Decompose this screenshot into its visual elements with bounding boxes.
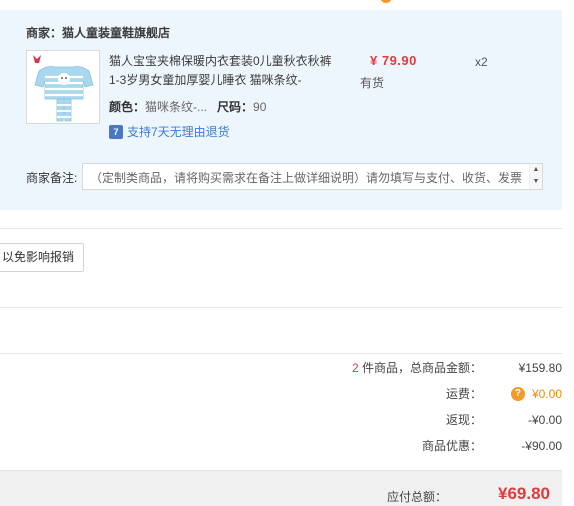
divider: [0, 353, 562, 354]
goods-amount-label: 件商品，总商品金额：: [358, 361, 482, 375]
total-amount: ¥69.80: [498, 484, 550, 503]
return-policy-text: 支持7天无理由退货: [127, 125, 230, 139]
stock-status: 有货: [360, 76, 385, 90]
product-attributes: 颜色：猫咪条纹-... 尺码：90: [109, 98, 266, 115]
remark-label: 商家备注:: [26, 171, 78, 185]
color-value: 猫咪条纹-...: [145, 100, 208, 114]
freight-label: 运费：: [445, 387, 482, 401]
freight-value: ¥0.00: [531, 386, 562, 401]
seven-day-return-icon: 7: [109, 124, 123, 139]
scroll-up-arrow-icon[interactable]: ▲: [530, 164, 542, 176]
discount-value: -¥90.00: [521, 438, 562, 453]
goods-amount-row: 2 件商品，总商品金额： ¥159.80: [352, 359, 562, 376]
order-item-panel: 商家：猫人童装童鞋旗舰店 猫人宝宝夹棉保暖内衣套装0儿童秋衣秋裤1-3岁男女童加…: [0, 10, 562, 210]
remark-scrollbar[interactable]: ▲ ▼: [529, 164, 542, 189]
goods-amount-value: ¥159.80: [518, 360, 562, 375]
color-label: 颜色：: [109, 100, 146, 114]
total-payable-bar: 应付总额： ¥69.80: [0, 470, 562, 506]
shop-label: 商家：: [26, 26, 63, 40]
cashback-row: 返现： -¥0.00: [446, 411, 562, 428]
size-value: 90: [253, 100, 267, 114]
product-price: ¥ 79.90: [370, 53, 417, 68]
product-title[interactable]: 猫人宝宝夹棉保暖内衣套装0儿童秋衣秋裤1-3岁男女童加厚婴儿睡衣 猫咪条纹-: [109, 52, 334, 90]
remark-textarea[interactable]: （定制类商品，请将购买需求在备注上做详细说明）请勿填写与支付、收货、发票 ▲ ▼: [82, 163, 543, 190]
remark-placeholder: （定制类商品，请将购买需求在备注上做详细说明）请勿填写与支付、收货、发票: [90, 171, 523, 185]
invoice-note-button[interactable]: 以免影响报销: [0, 243, 84, 272]
discount-label: 商品优惠：: [421, 439, 482, 453]
product-thumbnail[interactable]: [26, 50, 100, 124]
pajama-set-image: [27, 51, 99, 123]
cashback-value: -¥0.00: [527, 412, 562, 427]
shop-line: 商家：猫人童装童鞋旗舰店: [26, 24, 170, 41]
size-label: 尺码：: [217, 100, 254, 114]
item-count: 2: [351, 361, 359, 375]
scroll-down-arrow-icon[interactable]: ▼: [530, 176, 542, 188]
question-circle-icon[interactable]: ?: [510, 386, 525, 401]
return-policy-link[interactable]: 7 支持7天无理由退货: [109, 123, 230, 140]
decorative-orange-marker: [380, 0, 392, 3]
divider: [0, 228, 562, 229]
discount-row: 商品优惠： -¥90.00: [422, 437, 562, 454]
cashback-label: 返现：: [445, 413, 482, 427]
divider: [0, 307, 562, 308]
total-label: 应付总额：: [386, 490, 447, 504]
product-quantity: x2: [475, 55, 488, 69]
shop-name[interactable]: 猫人童装童鞋旗舰店: [62, 26, 170, 40]
freight-row: 运费： ? ¥0.00: [446, 385, 562, 402]
